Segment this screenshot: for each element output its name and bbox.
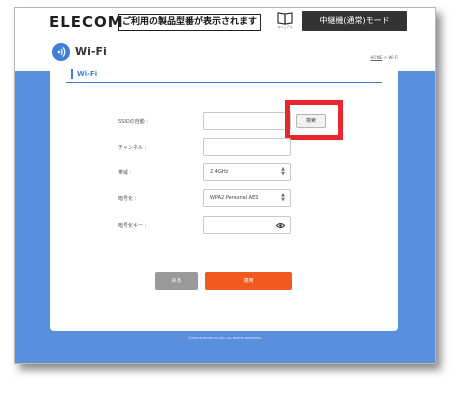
wifi-icon (52, 43, 70, 61)
breadcrumb-current: > Wi-Fi (382, 55, 398, 60)
back-button[interactable]: 戻る (155, 272, 198, 290)
key-label: 暗号化キー : (118, 223, 147, 229)
browser-frame: ELECOM ご利用の製品型番が表示されます マニュアル 中継機(通常)モード … (14, 7, 436, 364)
channel-label: チャンネル : (118, 145, 147, 151)
ssid-input[interactable] (203, 112, 291, 130)
ssid-label: SSIDの自動 : (118, 119, 148, 125)
model-notice: ご利用の製品型番が表示されます (118, 14, 262, 31)
footer-copyright: ©2020 ELECOM CO.,LTD. ALL RIGHTS RESERVE… (187, 336, 263, 340)
encryption-label: 暗号化 : (118, 196, 137, 202)
top-bar: ELECOM ご利用の製品型番が表示されます マニュアル 中継機(通常)モード (15, 8, 435, 34)
band-select[interactable]: 2.4GHz ▲ ▼ (203, 163, 291, 181)
key-input[interactable] (203, 216, 291, 234)
channel-input[interactable] (203, 138, 291, 156)
manual-label: マニュアル (277, 25, 293, 29)
updown-arrows-icon: ▲ ▼ (281, 192, 285, 203)
breadcrumb: HOME > Wi-Fi (370, 55, 398, 60)
encryption-value: WPA2 Personal AES (210, 195, 259, 201)
book-icon (277, 12, 293, 25)
section-marker (71, 69, 73, 79)
section-divider (66, 82, 382, 83)
elecom-logo: ELECOM (49, 13, 124, 31)
mode-button[interactable]: 中継機(通常)モード (302, 11, 407, 31)
breadcrumb-home-link[interactable]: HOME (370, 55, 382, 60)
encryption-select[interactable]: WPA2 Personal AES ▲ ▼ (203, 189, 291, 207)
section-title: Wi-Fi (77, 70, 98, 78)
page-title: Wi-Fi (75, 45, 107, 58)
apply-button[interactable]: 適用 (205, 272, 292, 290)
eye-icon[interactable] (276, 222, 285, 229)
band-label: 帯域 : (118, 170, 132, 176)
band-value: 2.4GHz (210, 169, 229, 175)
manual-button[interactable]: マニュアル (275, 11, 295, 32)
updown-arrows-icon: ▲ ▼ (281, 166, 285, 177)
search-button[interactable]: 検索 (296, 114, 326, 128)
